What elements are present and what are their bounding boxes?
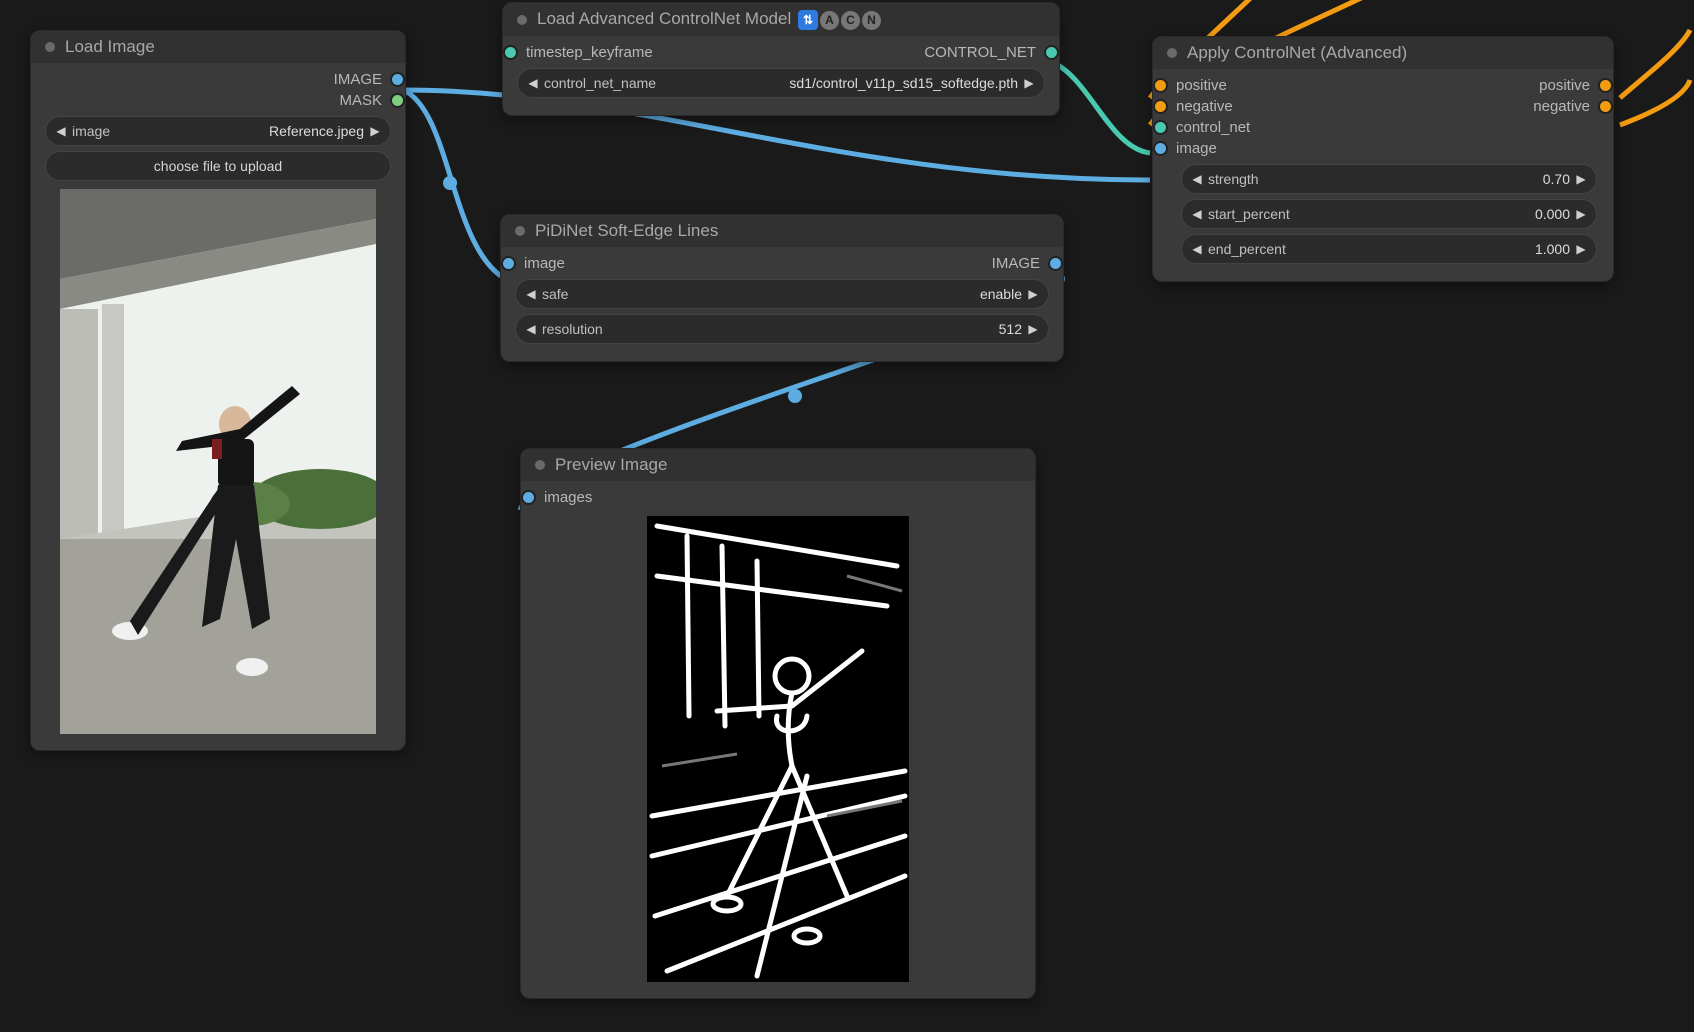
input-controlnet-label: control_net: [1176, 119, 1250, 136]
badge-icon: ⇅: [798, 10, 818, 30]
node-preview-image[interactable]: Preview Image images: [520, 448, 1036, 999]
output-positive-label: positive: [1539, 77, 1590, 94]
port-output-negative[interactable]: [1598, 99, 1613, 114]
badge-a-icon: A: [820, 11, 839, 30]
collapse-dot-icon[interactable]: [517, 15, 527, 25]
widget-label: end_percent: [1208, 241, 1286, 257]
chevron-left-icon[interactable]: ◀: [524, 322, 538, 336]
collapse-dot-icon[interactable]: [1167, 48, 1177, 58]
widget-value: 0.70: [1259, 171, 1570, 187]
chevron-right-icon[interactable]: ▶: [368, 124, 382, 138]
chevron-left-icon[interactable]: ◀: [54, 124, 68, 138]
widget-start-percent[interactable]: ◀ start_percent 0.000 ▶: [1181, 199, 1597, 229]
widget-safe[interactable]: ◀ safe enable ▶: [515, 279, 1049, 309]
widget-value: 1.000: [1286, 241, 1570, 257]
node-title: Load Advanced ControlNet Model ⇅ACN: [537, 9, 881, 30]
chevron-right-icon[interactable]: ▶: [1022, 76, 1036, 90]
node-load-image[interactable]: Load Image IMAGE MASK ◀ image Reference.…: [30, 30, 406, 751]
widget-value: 0.000: [1290, 206, 1570, 222]
port-input-controlnet[interactable]: [1153, 120, 1168, 135]
port-input-images[interactable]: [521, 490, 536, 505]
chevron-right-icon[interactable]: ▶: [1026, 322, 1040, 336]
chevron-left-icon[interactable]: ◀: [1190, 207, 1204, 221]
node-pidinet[interactable]: PiDiNet Soft-Edge Lines image IMAGE ◀ sa…: [500, 214, 1064, 362]
collapse-dot-icon[interactable]: [535, 460, 545, 470]
input-images-label: images: [544, 489, 592, 506]
port-output-image[interactable]: [1048, 256, 1063, 271]
widget-strength[interactable]: ◀ strength 0.70 ▶: [1181, 164, 1597, 194]
node-title: Apply ControlNet (Advanced): [1187, 43, 1407, 63]
port-output-mask[interactable]: [390, 93, 405, 108]
input-image-label: image: [1176, 140, 1217, 157]
button-label: choose file to upload: [154, 158, 282, 174]
port-output-controlnet[interactable]: [1044, 45, 1059, 60]
chevron-left-icon[interactable]: ◀: [524, 287, 538, 301]
node-header[interactable]: Load Advanced ControlNet Model ⇅ACN: [503, 3, 1059, 36]
widget-image-file[interactable]: ◀ image Reference.jpeg ▶: [45, 116, 391, 146]
choose-file-button[interactable]: choose file to upload: [45, 151, 391, 181]
widget-label: resolution: [542, 321, 603, 337]
input-timestep-label: timestep_keyframe: [526, 44, 653, 61]
node-title: Load Image: [65, 37, 155, 57]
badge-c-icon: C: [841, 11, 860, 30]
input-negative-label: negative: [1176, 98, 1233, 115]
widget-label: image: [72, 123, 110, 139]
input-positive-label: positive: [1176, 77, 1227, 94]
input-image-label: image: [524, 255, 565, 272]
chevron-right-icon[interactable]: ▶: [1574, 207, 1588, 221]
widget-value: 512: [603, 321, 1022, 337]
port-input-image[interactable]: [1153, 141, 1168, 156]
badge-n-icon: N: [862, 11, 881, 30]
node-title-text: Load Advanced ControlNet Model: [537, 9, 791, 28]
chevron-right-icon[interactable]: ▶: [1574, 242, 1588, 256]
output-image-label: IMAGE: [992, 255, 1040, 272]
port-output-positive[interactable]: [1598, 78, 1613, 93]
port-output-image[interactable]: [390, 72, 405, 87]
node-apply-controlnet[interactable]: Apply ControlNet (Advanced) positive pos…: [1152, 36, 1614, 282]
widget-resolution[interactable]: ◀ resolution 512 ▶: [515, 314, 1049, 344]
collapse-dot-icon[interactable]: [45, 42, 55, 52]
image-preview: [60, 189, 376, 734]
widget-label: control_net_name: [544, 75, 656, 91]
chevron-left-icon[interactable]: ◀: [1190, 172, 1204, 186]
widget-label: strength: [1208, 171, 1259, 187]
chevron-left-icon[interactable]: ◀: [1190, 242, 1204, 256]
port-input-timestep[interactable]: [503, 45, 518, 60]
port-input-negative[interactable]: [1153, 99, 1168, 114]
image-preview-edges: [647, 516, 909, 982]
chevron-left-icon[interactable]: ◀: [526, 76, 540, 90]
node-title: Preview Image: [555, 455, 667, 475]
chevron-right-icon[interactable]: ▶: [1026, 287, 1040, 301]
output-mask-label: MASK: [339, 92, 382, 109]
widget-end-percent[interactable]: ◀ end_percent 1.000 ▶: [1181, 234, 1597, 264]
widget-controlnet-name[interactable]: ◀ control_net_name sd1/control_v11p_sd15…: [517, 68, 1045, 98]
output-image-label: IMAGE: [334, 71, 382, 88]
port-input-positive[interactable]: [1153, 78, 1168, 93]
port-input-image[interactable]: [501, 256, 516, 271]
output-negative-label: negative: [1533, 98, 1590, 115]
widget-label: start_percent: [1208, 206, 1290, 222]
node-load-controlnet[interactable]: Load Advanced ControlNet Model ⇅ACN time…: [502, 2, 1060, 116]
node-header[interactable]: Apply ControlNet (Advanced): [1153, 37, 1613, 69]
widget-label: safe: [542, 286, 568, 302]
widget-value: sd1/control_v11p_sd15_softedge.pth: [656, 75, 1018, 91]
node-header[interactable]: Load Image: [31, 31, 405, 63]
node-header[interactable]: Preview Image: [521, 449, 1035, 481]
node-title: PiDiNet Soft-Edge Lines: [535, 221, 718, 241]
collapse-dot-icon[interactable]: [515, 226, 525, 236]
chevron-right-icon[interactable]: ▶: [1574, 172, 1588, 186]
widget-value: Reference.jpeg: [110, 123, 364, 139]
widget-value: enable: [568, 286, 1022, 302]
output-controlnet-label: CONTROL_NET: [924, 44, 1036, 61]
node-header[interactable]: PiDiNet Soft-Edge Lines: [501, 215, 1063, 247]
